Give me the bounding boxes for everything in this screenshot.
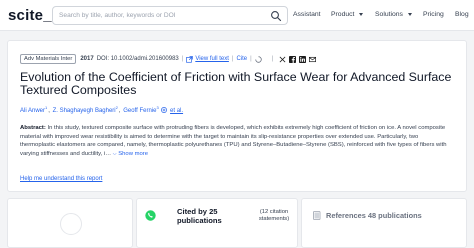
references-icon — [313, 211, 321, 220]
linkedin-icon[interactable] — [299, 55, 307, 63]
cited-by-panel[interactable]: Cited by 25 publications (12 citation st… — [136, 198, 298, 248]
cited-by-count[interactable]: Cited by 25 publications — [177, 207, 247, 225]
nav-solutions[interactable]: Solutions — [375, 11, 412, 18]
et-al-link[interactable]: et al. — [170, 108, 183, 114]
loading-spinner-icon — [254, 55, 262, 63]
divider: | — [271, 56, 274, 62]
whatsapp-icon[interactable] — [145, 210, 156, 221]
top-navigation-bar: scite_ Assistant Product Solutions Prici… — [0, 0, 474, 31]
chevron-down-icon — [359, 13, 364, 16]
citation-statements-count: (12 citation statements) — [258, 209, 290, 223]
divider: | — [181, 56, 184, 62]
article-card: Adv Materials Inter 2017 DOI: 10.1002/ad… — [7, 40, 467, 192]
nav-blog[interactable]: Blog — [455, 11, 469, 18]
divider: | — [231, 56, 234, 62]
author-link[interactable]: Ali Anwer1 — [20, 105, 47, 114]
show-more-link[interactable]: ⌵ Show more — [113, 151, 148, 157]
abstract: Abstract: In this study, textured compos… — [20, 124, 452, 158]
nav-product[interactable]: Product — [331, 11, 364, 18]
chevron-down-icon — [407, 13, 412, 16]
chevron-down-icon: ⌵ — [112, 150, 117, 157]
scite-logo[interactable]: scite_ — [8, 7, 52, 24]
references-panel[interactable]: References 48 publications — [301, 198, 467, 248]
placeholder-circle — [60, 213, 82, 235]
abstract-text: In this study, textured composite surfac… — [20, 125, 447, 157]
article-title: Evolution of the Coefficient of Friction… — [20, 70, 452, 97]
references-count[interactable]: References 48 publications — [326, 211, 422, 220]
publication-year: 2017 — [80, 56, 94, 62]
article-meta: Adv Materials Inter 2017 DOI: 10.1002/ad… — [20, 54, 317, 64]
author-link[interactable]: Geoff Fernie3 — [123, 105, 158, 114]
external-link-icon[interactable] — [186, 55, 194, 63]
help-understand-link[interactable]: Help me understand this report — [20, 176, 102, 182]
side-panel — [7, 198, 133, 248]
search-input[interactable] — [59, 9, 259, 22]
search-icon[interactable] — [270, 10, 282, 22]
nav-pricing[interactable]: Pricing — [423, 11, 444, 18]
journal-badge: Adv Materials Inter — [20, 54, 77, 64]
search-box[interactable] — [52, 6, 288, 25]
view-full-text-link[interactable]: View full text — [195, 56, 229, 62]
facebook-icon[interactable] — [289, 55, 297, 63]
abstract-label: Abstract: — [20, 125, 46, 131]
divider: | — [250, 56, 252, 62]
cite-link[interactable]: Cite — [236, 56, 247, 62]
author-list: Ali Anwer1, Z. Shaghayegh Bagheri2, Geof… — [20, 105, 184, 114]
share-links — [279, 55, 317, 63]
nav-assistant[interactable]: Assistant — [293, 11, 321, 18]
doi-text: DOI: 10.1002/admi.201600983 — [96, 56, 179, 62]
twitter-icon[interactable] — [279, 56, 286, 63]
author-link[interactable]: Z. Shaghayegh Bagheri2 — [53, 105, 118, 114]
email-icon[interactable] — [309, 56, 317, 63]
expand-authors-icon[interactable] — [161, 107, 168, 113]
